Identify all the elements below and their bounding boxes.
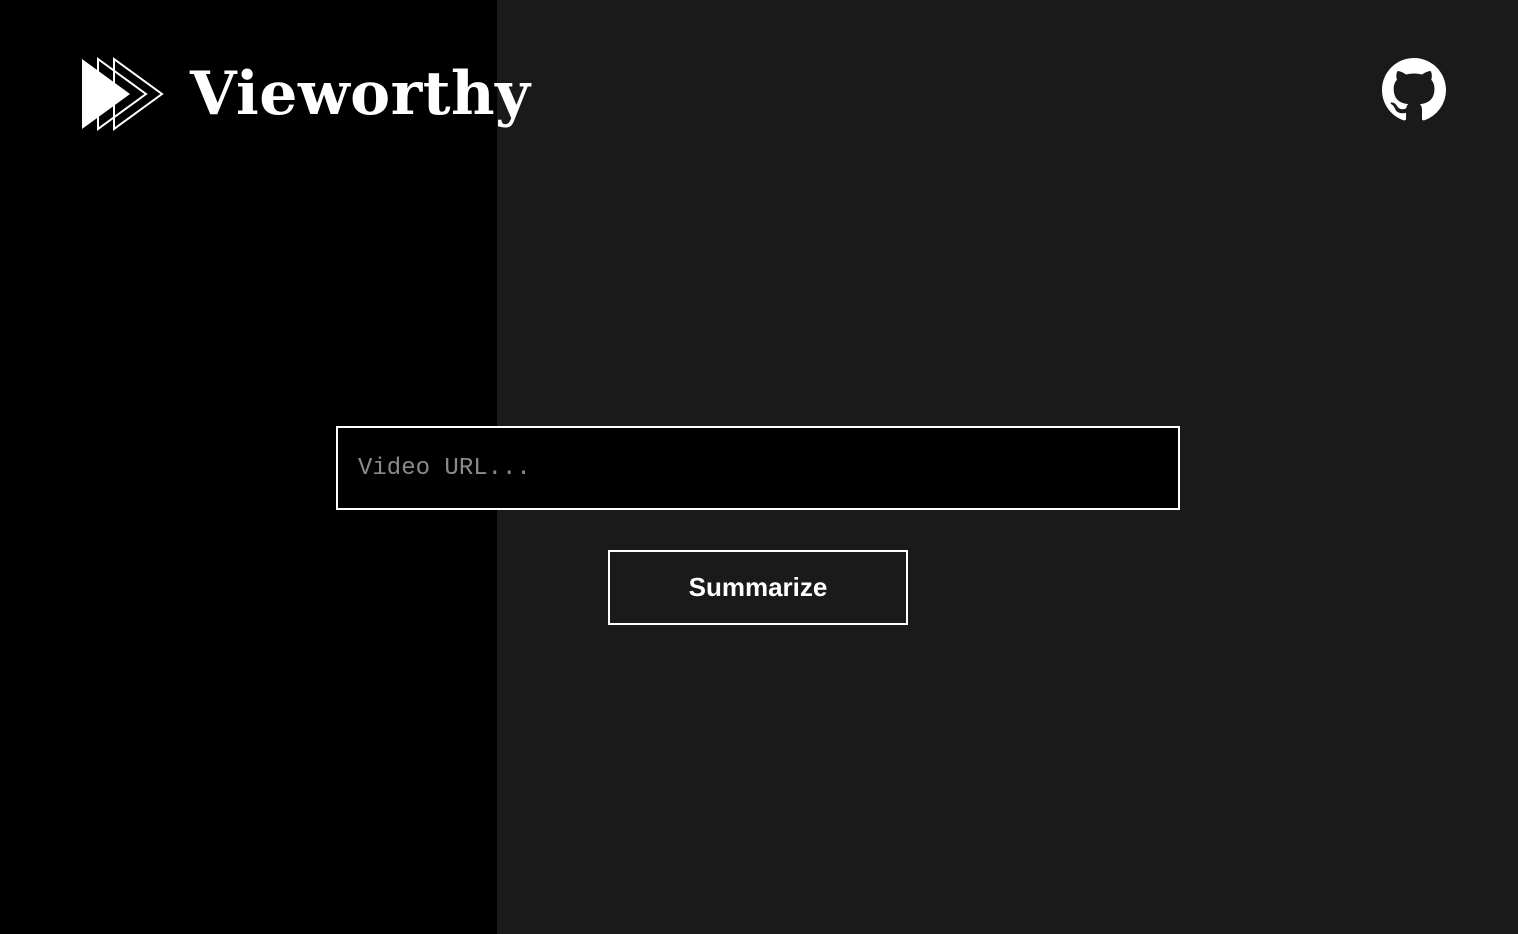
brand-name: Vieworthy xyxy=(190,59,531,129)
video-url-input[interactable] xyxy=(336,426,1180,510)
summarize-button[interactable]: Summarize xyxy=(608,550,908,625)
github-link[interactable] xyxy=(1382,58,1446,122)
github-icon xyxy=(1382,58,1446,121)
fast-forward-icon xyxy=(82,57,164,131)
brand: Vieworthy xyxy=(80,56,530,132)
